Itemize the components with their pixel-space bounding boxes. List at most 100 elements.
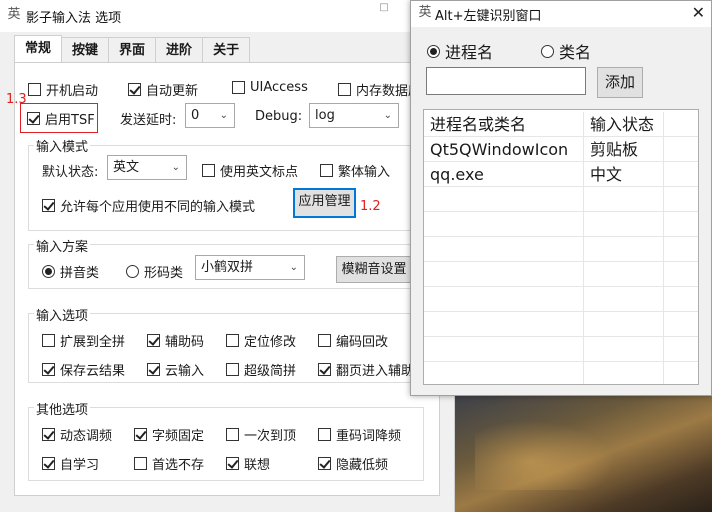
- debug-label: Debug:: [255, 109, 303, 124]
- fuzzy-pinyin-button[interactable]: 模糊音设置: [336, 256, 412, 283]
- super-abbrev-checkbox[interactable]: 超级简拼: [226, 360, 296, 379]
- checkbox-box: [42, 363, 55, 376]
- app-mode-list[interactable]: 进程名或类名 输入状态 Qt5QWindowIcon 剪贴板 qq.exe 中文: [423, 109, 699, 385]
- checkbox-box: [147, 334, 160, 347]
- code-backspace-checkbox[interactable]: 编码回改: [318, 331, 388, 350]
- other-options-title: 其他选项: [34, 399, 91, 418]
- chevron-down-icon: ⌄: [171, 162, 180, 173]
- checkbox-box: [226, 334, 239, 347]
- checkbox-box: [128, 83, 141, 96]
- checkbox-label: 启用TSF: [45, 113, 95, 128]
- checkbox-label: 字频固定: [152, 429, 205, 444]
- scheme-select[interactable]: 小鹤双拼 ⌄: [195, 255, 305, 280]
- aux-code-checkbox[interactable]: 辅助码: [147, 331, 204, 350]
- process-name-input[interactable]: [426, 67, 586, 95]
- association-checkbox[interactable]: 联想: [226, 454, 270, 473]
- tab-general[interactable]: 常规: [14, 35, 63, 63]
- column-header-name[interactable]: 进程名或类名: [424, 112, 584, 137]
- input-mode-title: 输入模式: [34, 136, 91, 155]
- list-item[interactable]: Qt5QWindowIcon 剪贴板: [424, 137, 698, 162]
- radio-label: 形码类: [144, 266, 184, 281]
- checkbox-box: [318, 428, 331, 441]
- radio-label: 类名: [559, 43, 592, 62]
- app-icon: 英: [7, 7, 21, 22]
- list-empty-row: [424, 312, 698, 337]
- per-app-mode-checkbox[interactable]: 允许每个应用使用不同的输入模式: [42, 196, 255, 215]
- checkbox-label: 首选不存: [152, 458, 205, 473]
- debug-select[interactable]: log ⌄: [309, 103, 399, 128]
- enable-tsf-checkbox[interactable]: 启用TSF: [27, 109, 95, 128]
- traditional-checkbox[interactable]: 繁体输入: [320, 161, 390, 180]
- checkbox-label: 定位修改: [244, 335, 297, 350]
- select-value: 小鹤双拼: [201, 260, 254, 275]
- checkbox-label: 联想: [244, 458, 271, 473]
- app-manage-button[interactable]: 应用管理: [293, 188, 356, 218]
- close-icon[interactable]: ✕: [692, 3, 705, 22]
- locate-edit-checkbox[interactable]: 定位修改: [226, 331, 296, 350]
- column-header-state[interactable]: 输入状态: [584, 112, 664, 137]
- save-cloud-checkbox[interactable]: 保存云结果: [42, 360, 125, 379]
- checkbox-label: 使用英文标点: [220, 165, 299, 180]
- tab-interface[interactable]: 界面: [108, 37, 157, 63]
- hide-low-freq-checkbox[interactable]: 隐藏低频: [318, 454, 388, 473]
- title-bar: 英 影子输入法 选项 □: [0, 0, 454, 32]
- self-learn-checkbox[interactable]: 自学习: [42, 454, 99, 473]
- list-empty-row: [424, 362, 698, 384]
- default-state-select[interactable]: 英文 ⌄: [107, 155, 187, 180]
- list-empty-row: [424, 212, 698, 237]
- checkbox-box: [338, 83, 351, 96]
- checkbox-box: [226, 428, 239, 441]
- tab-about[interactable]: 关于: [202, 37, 251, 63]
- select-value: 英文: [113, 160, 140, 175]
- checkbox-box: [42, 199, 55, 212]
- first-not-save-checkbox[interactable]: 首选不存: [134, 454, 204, 473]
- auto-update-checkbox[interactable]: 自动更新: [128, 80, 198, 99]
- alt-window-title: Alt+左键识别窗口: [435, 9, 542, 24]
- checkbox-label: 一次到顶: [244, 429, 297, 444]
- once-to-top-checkbox[interactable]: 一次到顶: [226, 425, 296, 444]
- fixed-char-freq-checkbox[interactable]: 字频固定: [134, 425, 204, 444]
- pinyin-radio[interactable]: 拼音类: [42, 262, 99, 281]
- tab-advanced[interactable]: 进阶: [155, 37, 204, 63]
- checkbox-box: [42, 428, 55, 441]
- input-mode-group: [28, 145, 424, 231]
- send-delay-select[interactable]: 0 ⌄: [185, 103, 235, 128]
- checkbox-label: 自学习: [60, 458, 100, 473]
- expand-full-pinyin-checkbox[interactable]: 扩展到全拼: [42, 331, 125, 350]
- window-title: 影子输入法 选项: [26, 11, 122, 26]
- radio-dot: [42, 265, 55, 278]
- shape-code-radio[interactable]: 形码类: [126, 262, 183, 281]
- checkbox-box: [226, 457, 239, 470]
- send-delay-label: 发送延时:: [120, 113, 177, 128]
- process-name-radio[interactable]: 进程名: [427, 39, 493, 63]
- checkbox-label: 动态调频: [60, 429, 113, 444]
- note-tsf: 1.3: [6, 92, 27, 107]
- maximize-button[interactable]: □: [370, 2, 398, 16]
- select-value: 0: [191, 108, 200, 123]
- list-empty-row: [424, 187, 698, 212]
- checkbox-box: [226, 363, 239, 376]
- desktop-background-image: [455, 390, 712, 512]
- dup-code-lower-checkbox[interactable]: 重码词降频: [318, 425, 401, 444]
- checkbox-label: 云输入: [165, 364, 205, 379]
- checkbox-box: [134, 428, 147, 441]
- tab-keys[interactable]: 按键: [61, 37, 110, 63]
- checkbox-label: 隐藏低频: [336, 458, 389, 473]
- english-punct-checkbox[interactable]: 使用英文标点: [202, 161, 298, 180]
- uiaccess-checkbox[interactable]: UIAccess: [232, 80, 308, 95]
- checkbox-box: [28, 83, 41, 96]
- checkbox-box: [134, 457, 147, 470]
- checkbox-box: [318, 363, 331, 376]
- add-button[interactable]: 添加: [597, 67, 643, 98]
- memory-db-checkbox[interactable]: 内存数据库: [338, 80, 421, 99]
- radio-label: 拼音类: [60, 266, 100, 281]
- list-item[interactable]: qq.exe 中文: [424, 162, 698, 187]
- cloud-input-checkbox[interactable]: 云输入: [147, 360, 204, 379]
- class-name-radio[interactable]: 类名: [541, 39, 591, 63]
- dynamic-freq-checkbox[interactable]: 动态调频: [42, 425, 112, 444]
- page-aux-checkbox[interactable]: 翻页进入辅助: [318, 360, 414, 379]
- list-empty-row: [424, 237, 698, 262]
- select-value: log: [315, 108, 335, 123]
- checkbox-box: [42, 457, 55, 470]
- boot-start-checkbox[interactable]: 开机启动: [28, 80, 98, 99]
